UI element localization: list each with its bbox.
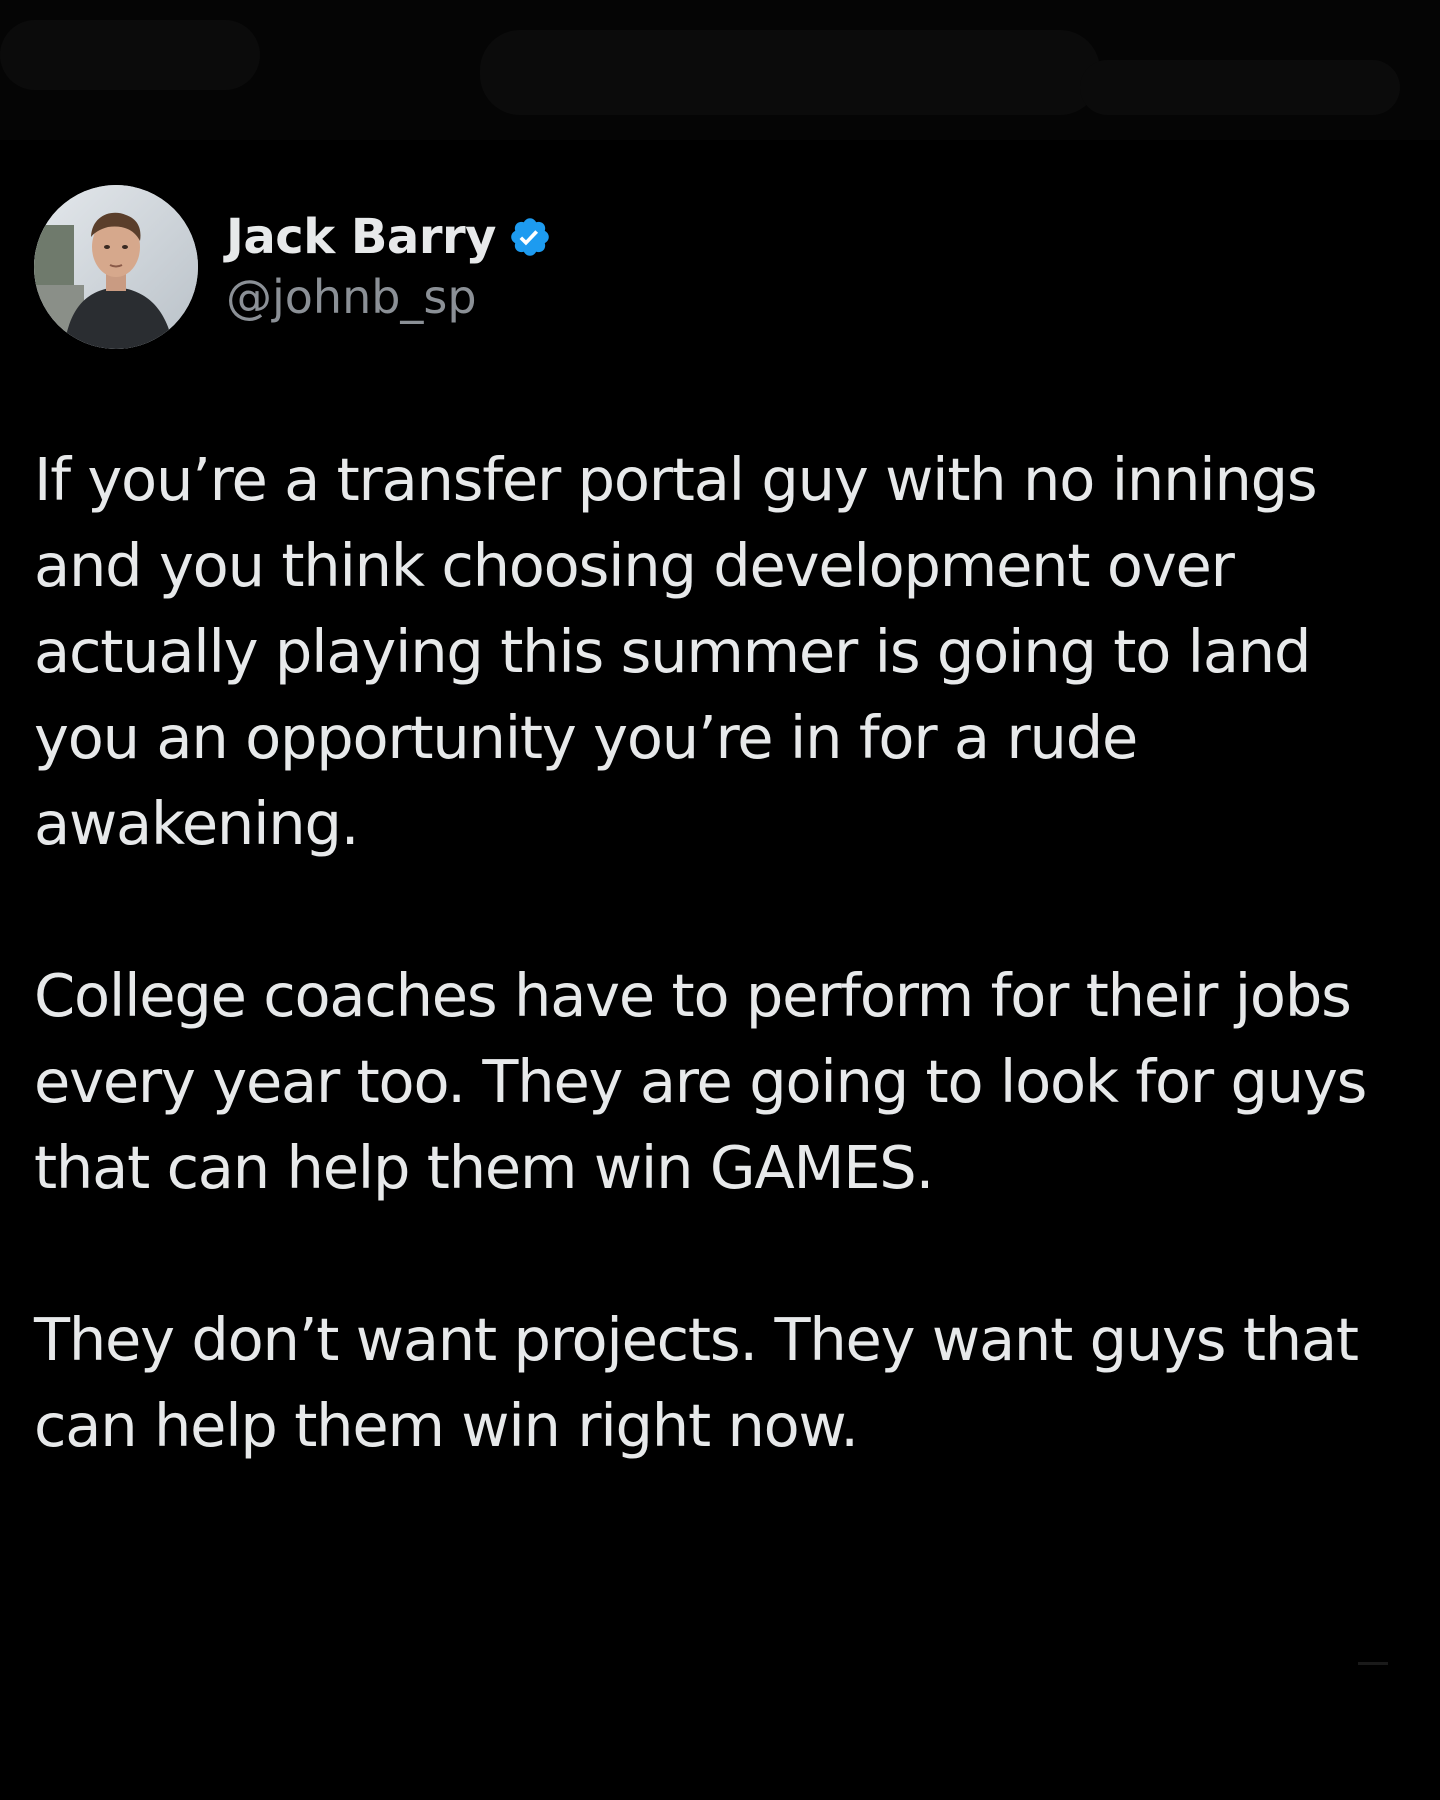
author-handle[interactable]: @johnb_sp [226, 267, 552, 327]
tweet-paragraph: If you’re a transfer portal guy with no … [34, 445, 1318, 858]
tweet-header: Jack Barry @johnb_sp [34, 185, 1404, 349]
avatar-image [34, 185, 198, 349]
author-identity: Jack Barry @johnb_sp [226, 207, 552, 327]
author-name[interactable]: Jack Barry [226, 207, 496, 267]
top-shadow-smudge [0, 20, 260, 90]
tweet-body: If you’re a transfer portal guy with no … [34, 437, 1404, 1469]
top-dark-band [0, 0, 1440, 140]
avatar[interactable] [34, 185, 198, 349]
tweet-paragraph: They don’t want projects. They want guys… [34, 1305, 1359, 1460]
tweet-paragraph: College coaches have to perform for thei… [34, 961, 1367, 1202]
tweet: Jack Barry @johnb_sp If you’re a transfe… [34, 185, 1404, 1469]
top-shadow-smudge [1080, 60, 1400, 115]
top-shadow-smudge [480, 30, 1100, 115]
screen-artifact [1358, 1662, 1388, 1665]
verified-badge-icon [508, 215, 552, 259]
name-row: Jack Barry [226, 207, 552, 267]
